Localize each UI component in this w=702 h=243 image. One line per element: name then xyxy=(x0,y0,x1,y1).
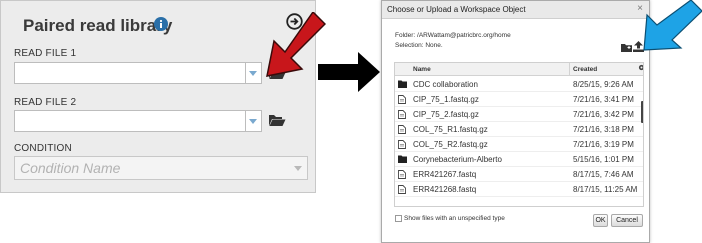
row-name: CIP_75_2.fastq.gz xyxy=(413,110,479,119)
condition-dropdown[interactable] xyxy=(290,156,308,180)
condition-label: CONDITION xyxy=(14,143,72,154)
file-icon xyxy=(398,110,406,119)
table-row[interactable]: COL_75_R1.fastq.gz 7/21/16, 3:18 PM xyxy=(395,122,643,137)
file-icon xyxy=(398,95,406,104)
row-created: 8/25/15, 9:26 AM xyxy=(573,80,634,89)
folder-path: Folder: /ARWattam@patricbrc.org/home xyxy=(395,32,511,39)
row-created: 7/21/16, 3:19 PM xyxy=(573,140,634,149)
file-table: Name Created CDC collaboration 8/25/15, 9… xyxy=(394,62,644,207)
row-name: COL_75_R1.fastq.gz xyxy=(413,125,488,134)
table-row[interactable]: CIP_75_2.fastq.gz 7/21/16, 3:42 PM xyxy=(395,107,643,122)
file-icon xyxy=(398,140,406,149)
table-header: Name Created xyxy=(395,63,643,76)
file-icon xyxy=(398,125,406,134)
row-created: 8/17/15, 7:46 AM xyxy=(573,170,634,179)
red-pointer-arrow xyxy=(266,12,326,77)
dropdown-caret-icon xyxy=(249,71,257,76)
row-name: COL_75_R2.fastq.gz xyxy=(413,140,488,149)
cancel-button[interactable]: Cancel xyxy=(611,214,643,227)
read-file-1-label: READ FILE 1 xyxy=(14,48,77,59)
row-created: 8/17/15, 11:25 AM xyxy=(573,185,638,194)
info-icon[interactable] xyxy=(154,17,168,31)
read-file-1-dropdown[interactable] xyxy=(246,62,262,84)
panel-title: Paired read library xyxy=(23,16,173,35)
column-header-created[interactable]: Created xyxy=(573,66,597,73)
row-created: 7/21/16, 3:18 PM xyxy=(573,125,634,134)
workspace-object-dialog: Choose or Upload a Workspace Object × Fo… xyxy=(381,0,650,243)
table-row[interactable]: ERR421267.fastq 8/17/15, 7:46 AM xyxy=(395,167,643,182)
table-row[interactable]: ERR421268.fastq 8/17/15, 11:25 AM xyxy=(395,182,643,197)
column-header-name[interactable]: Name xyxy=(413,66,431,73)
dropdown-caret-icon xyxy=(249,119,257,124)
row-name: CIP_75_1.fastq.gz xyxy=(413,95,479,104)
scrollbar-thumb[interactable] xyxy=(641,101,643,123)
row-name: CDC collaboration xyxy=(413,80,478,89)
column-divider xyxy=(569,63,570,76)
read-file-2-input[interactable] xyxy=(14,110,246,132)
row-created: 7/21/16, 3:42 PM xyxy=(573,110,634,119)
table-row[interactable]: CDC collaboration 8/25/15, 9:26 AM xyxy=(395,77,643,92)
dialog-title: Choose or Upload a Workspace Object xyxy=(387,5,526,14)
dialog-header: Choose or Upload a Workspace Object × xyxy=(382,1,649,19)
black-pointer-arrow xyxy=(318,52,380,92)
show-files-checkbox[interactable] xyxy=(395,215,402,222)
condition-placeholder: Condition Name xyxy=(20,160,121,176)
ok-button[interactable]: OK xyxy=(593,214,608,227)
blue-pointer-arrow xyxy=(643,0,702,51)
dropdown-caret-icon xyxy=(294,166,302,171)
file-icon xyxy=(398,170,406,179)
folder-icon xyxy=(398,80,407,88)
file-icon xyxy=(398,185,406,194)
row-created: 5/15/16, 1:01 PM xyxy=(573,155,634,164)
row-name: ERR421267.fastq xyxy=(413,170,477,179)
row-name: Corynebacterium-Alberto xyxy=(413,155,502,164)
selection-status: Selection: None. xyxy=(395,42,443,49)
read-file-1-input[interactable] xyxy=(14,62,246,84)
row-created: 7/21/16, 3:41 PM xyxy=(573,95,634,104)
table-row[interactable]: Corynebacterium-Alberto 5/15/16, 1:01 PM xyxy=(395,152,643,167)
new-folder-icon[interactable] xyxy=(621,43,632,52)
folder-open-icon[interactable] xyxy=(268,113,286,127)
show-files-label: Show files with an unspecified type xyxy=(404,215,505,222)
read-file-2-dropdown[interactable] xyxy=(246,110,262,132)
table-row[interactable]: CIP_75_1.fastq.gz 7/21/16, 3:41 PM xyxy=(395,92,643,107)
row-name: ERR421268.fastq xyxy=(413,185,477,194)
read-file-2-label: READ FILE 2 xyxy=(14,97,77,108)
folder-icon xyxy=(398,155,407,163)
gear-icon[interactable] xyxy=(638,64,644,71)
table-row[interactable]: COL_75_R2.fastq.gz 7/21/16, 3:19 PM xyxy=(395,137,643,152)
condition-input[interactable]: Condition Name xyxy=(14,156,291,180)
